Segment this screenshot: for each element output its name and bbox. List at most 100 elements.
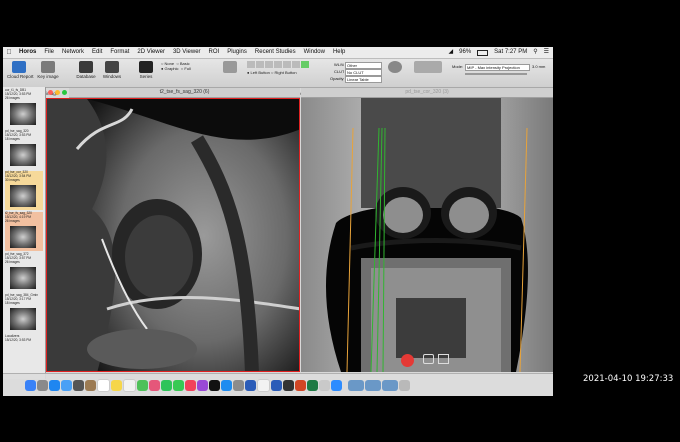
series-thumb[interactable]: pd_tse_sag_384_Gmin 15/12/20, 3:17 PM 18… xyxy=(5,293,43,333)
menu-app[interactable]: Horos xyxy=(15,47,40,58)
messages-icon[interactable] xyxy=(173,379,184,391)
series-thumb[interactable]: Localizers 15/12/20, 3:53 PM xyxy=(5,334,43,371)
thumb-image xyxy=(10,308,36,330)
left-button-radio[interactable]: ● Left Button xyxy=(247,70,270,75)
horos-icon[interactable] xyxy=(271,379,282,391)
safari-icon[interactable] xyxy=(49,379,60,391)
menubar-datetime[interactable]: Sat 7:27 PM xyxy=(494,47,527,58)
tv-icon[interactable] xyxy=(209,379,220,391)
thumb-image xyxy=(10,267,36,289)
series-thumb[interactable]: pd_tse_cor_320 15/12/20, 3:54 PM 30 imag… xyxy=(5,170,43,210)
prefs-icon[interactable] xyxy=(233,379,244,391)
database-button[interactable]: Database xyxy=(75,61,97,85)
close-icon[interactable] xyxy=(48,90,53,95)
left-viewer-titlebar[interactable]: t2_tse_fs_sag_320 (6) xyxy=(69,88,300,98)
series-thumb[interactable]: pd_tse_sag_320 15/12/20, 3:53 PM 18 imag… xyxy=(5,129,43,169)
calendar-icon[interactable] xyxy=(97,378,110,392)
gear-icon xyxy=(388,61,402,73)
menu-roi[interactable]: ROI xyxy=(205,47,224,58)
2d3d-button[interactable] xyxy=(387,61,403,85)
menu-3d-viewer[interactable]: 3D Viewer xyxy=(169,47,205,58)
zoom-icon[interactable] xyxy=(62,90,67,95)
apple-icon[interactable]:  xyxy=(3,47,15,58)
wifi-icon[interactable]: ◢ xyxy=(449,47,454,58)
menu-window[interactable]: Window xyxy=(300,47,329,58)
coronal-knee-image xyxy=(301,98,553,372)
cloud-report-icon xyxy=(12,61,26,73)
windows-icon xyxy=(105,61,119,73)
folder-icon[interactable] xyxy=(348,379,364,391)
annot-graphic-radio[interactable]: ● Graphic xyxy=(161,66,179,71)
menu-edit[interactable]: Edit xyxy=(88,47,106,58)
menu-help[interactable]: Help xyxy=(329,47,349,58)
measure-tool-icon[interactable] xyxy=(301,61,309,68)
launchpad-icon[interactable] xyxy=(37,379,48,391)
series-thumb[interactable]: t2_tse_fs_sag_320 15/12/20, 4:19 PM 26 i… xyxy=(5,211,43,251)
search-icon[interactable]: ⚲ xyxy=(533,47,537,58)
pan-tool-icon[interactable] xyxy=(274,61,282,68)
series-thumb[interactable]: cor_t1_fs_DB1 15/12/20, 3:53 PM 26 image… xyxy=(5,88,43,128)
menu-format[interactable]: Format xyxy=(106,47,133,58)
mode-field[interactable]: MIP - Max intensity Projection xyxy=(465,64,530,71)
maps-icon[interactable] xyxy=(137,379,148,391)
key-image-button[interactable]: Key image xyxy=(37,61,59,85)
preview-icon[interactable] xyxy=(319,379,330,391)
trash-icon[interactable] xyxy=(399,379,410,391)
wl-tool-icon[interactable] xyxy=(283,61,291,68)
appstore-icon[interactable] xyxy=(221,379,232,391)
arrow-right-icon[interactable] xyxy=(256,61,264,68)
wlww-field[interactable]: Other xyxy=(345,62,382,69)
zoom-app-icon[interactable] xyxy=(331,379,342,391)
clut-field[interactable]: No CLUT xyxy=(345,69,382,76)
series-button[interactable]: Series xyxy=(135,61,157,85)
photos2-icon[interactable] xyxy=(149,379,160,391)
zoom-tool-icon[interactable] xyxy=(265,61,273,68)
opacity-field[interactable]: Linear Table xyxy=(345,76,382,83)
cursor-icon[interactable] xyxy=(283,379,294,391)
left-image-viewer[interactable] xyxy=(46,98,300,372)
menu-plugins[interactable]: Plugins xyxy=(223,47,251,58)
notes-icon[interactable] xyxy=(111,379,122,391)
sagittal-knee-image xyxy=(47,99,299,371)
menu-2d-viewer[interactable]: 2D Viewer xyxy=(133,47,169,58)
opacity-label: Opacity: xyxy=(330,76,344,81)
chrome-icon[interactable] xyxy=(257,378,270,392)
podcasts-icon[interactable] xyxy=(197,379,208,391)
photos-icon[interactable] xyxy=(73,379,84,391)
word-icon[interactable] xyxy=(245,379,256,391)
chat-icon[interactable] xyxy=(423,354,434,364)
right-image-viewer[interactable] xyxy=(301,98,553,372)
folder2-icon[interactable] xyxy=(365,379,381,391)
copy-icon[interactable] xyxy=(438,354,449,364)
rotate-tool-icon[interactable] xyxy=(292,61,300,68)
cloud-report-button[interactable]: Cloud Report xyxy=(7,61,34,85)
finder-icon[interactable] xyxy=(25,379,36,391)
recording-timestamp: 2021-04-10 19:27:33 xyxy=(583,374,674,384)
powerpoint-icon[interactable] xyxy=(295,379,306,391)
reminders-icon[interactable] xyxy=(123,378,136,392)
menu-recent-studies[interactable]: Recent Studies xyxy=(251,47,300,58)
facetime-icon[interactable] xyxy=(161,379,172,391)
music-icon[interactable] xyxy=(185,379,196,391)
arrow-left-icon[interactable] xyxy=(247,61,255,68)
contacts-icon[interactable] xyxy=(85,379,96,391)
right-button-radio[interactable]: ○ Right Button xyxy=(271,70,297,75)
minimize-icon[interactable] xyxy=(55,90,60,95)
annot-full-radio[interactable]: ○ Full xyxy=(181,66,191,71)
mail-icon[interactable] xyxy=(61,379,72,391)
patient-button[interactable] xyxy=(219,61,241,85)
menu-network[interactable]: Network xyxy=(58,47,88,58)
folder3-icon[interactable] xyxy=(382,379,398,391)
orientation-buttons[interactable] xyxy=(413,61,443,85)
right-viewer-titlebar[interactable]: pd_tse_cor_320 (3) xyxy=(301,88,553,98)
clut-label: CLUT: xyxy=(334,69,344,74)
menu-bar:  Horos File Network Edit Format 2D View… xyxy=(3,47,553,59)
record-button[interactable] xyxy=(401,354,414,367)
series-thumb[interactable]: pd_fse_sag_372 15/12/20, 3:57 PM 26 imag… xyxy=(5,252,43,292)
windows-button[interactable]: Windows xyxy=(101,61,123,85)
control-center-icon[interactable]: ☰ xyxy=(544,47,549,58)
battery-icon[interactable] xyxy=(477,49,489,56)
menu-file[interactable]: File xyxy=(40,47,58,58)
excel-icon[interactable] xyxy=(307,379,318,391)
slab-slider[interactable] xyxy=(465,73,527,75)
